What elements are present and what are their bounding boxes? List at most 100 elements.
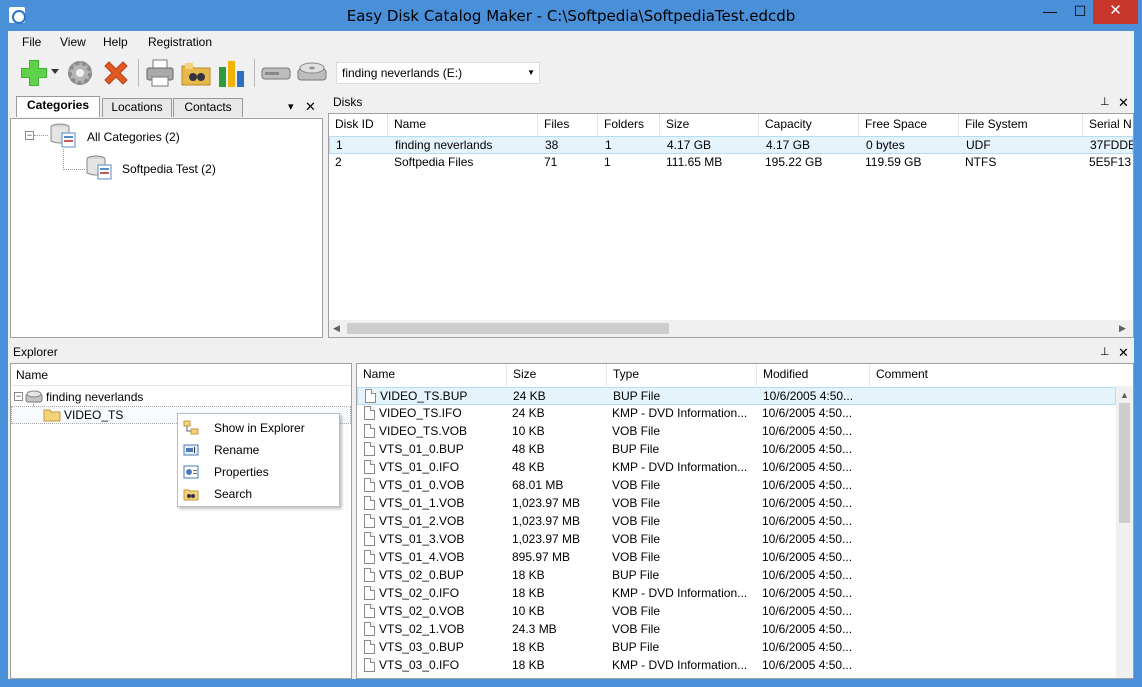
table-cell: 1,023.97 MB <box>512 496 581 510</box>
pin-icon[interactable]: ⊥ <box>1100 344 1110 361</box>
file-icon <box>364 550 375 564</box>
menu-help[interactable]: Help <box>103 35 128 49</box>
file-icon <box>364 532 375 546</box>
print-icon[interactable] <box>144 57 176 89</box>
context-menu-show-in-explorer[interactable]: Show in Explorer <box>178 417 339 439</box>
list-item[interactable]: VTS_01_2.VOB 1,023.97 MB VOB File 10/6/2005… <box>357 513 1116 531</box>
list-item[interactable]: VTS_03_0.BUP 18 KB BUP File 10/6/2005 4:50.… <box>357 639 1116 657</box>
disk-select[interactable]: finding neverlands (E:) ▼ <box>336 62 540 84</box>
list-item[interactable]: VTS_02_0.VOB 10 KB VOB File 10/6/2005 4:50.… <box>357 603 1116 621</box>
table-cell: 5E5F13 <box>1089 155 1132 169</box>
list-item[interactable]: VTS_01_1.VOB 1,023.97 MB VOB File 10/6/2005… <box>357 495 1116 513</box>
list-item[interactable]: VTS_02_0.BUP 18 KB BUP File 10/6/2005 4:50.… <box>357 567 1116 585</box>
scroll-right-icon[interactable]: ▶ <box>1119 323 1126 334</box>
table-cell: VTS_01_1.VOB <box>379 496 465 510</box>
file-list-vertical-scrollbar[interactable]: ▲ <box>1116 386 1133 678</box>
list-item[interactable]: VIDEO_TS.VOB 10 KB VOB File 10/6/2005 4:50.… <box>357 423 1116 441</box>
panel-dropdown-icon[interactable]: ▾ <box>288 100 294 113</box>
table-cell: 10/6/2005 4:50... <box>762 658 853 672</box>
table-row[interactable]: 1 finding neverlands 38 1 4.17 GB 4.17 GB 0 by… <box>329 136 1133 154</box>
table-cell: 48 KB <box>512 442 545 456</box>
column-header[interactable]: Files <box>538 114 598 136</box>
column-header[interactable]: Disk ID <box>329 114 388 136</box>
menu-file[interactable]: File <box>22 35 41 49</box>
column-header[interactable]: Type <box>607 364 757 386</box>
column-header[interactable]: Folders <box>598 114 660 136</box>
panel-close-icon[interactable]: ✕ <box>305 99 316 115</box>
context-menu-search[interactable]: Search <box>178 483 339 505</box>
list-item[interactable]: VTS_01_0.BUP 48 KB BUP File 10/6/2005 4:50.… <box>357 441 1116 459</box>
menu-view[interactable]: View <box>60 35 86 49</box>
list-item[interactable]: VTS_02_0.IFO 18 KB KMP - DVD Information..… <box>357 585 1116 603</box>
scroll-left-icon[interactable]: ◀ <box>333 323 340 334</box>
list-item[interactable]: VTS_01_0.IFO 48 KB KMP - DVD Information..… <box>357 459 1116 477</box>
list-item[interactable]: VTS_01_3.VOB 1,023.97 MB VOB File 10/6/2005… <box>357 531 1116 549</box>
table-cell: 2 <box>335 155 342 169</box>
list-item[interactable]: VIDEO_TS.IFO 24 KB KMP - DVD Information..… <box>357 405 1116 423</box>
panel-close-icon[interactable]: ✕ <box>1118 94 1129 111</box>
panel-close-icon[interactable]: ✕ <box>1118 344 1129 361</box>
column-header[interactable]: Size <box>507 364 607 386</box>
pin-icon[interactable]: ⊥ <box>1100 94 1110 111</box>
table-cell: 10/6/2005 4:50... <box>762 640 853 654</box>
list-item[interactable]: VTS_02_1.VOB 24.3 MB VOB File 10/6/2005 4:5… <box>357 621 1116 639</box>
column-header[interactable]: Comment <box>870 364 1118 386</box>
table-cell: 10/6/2005 4:50... <box>762 568 853 582</box>
context-menu-rename[interactable]: Rename <box>178 439 339 461</box>
tree-collapse-icon[interactable]: − <box>25 131 34 140</box>
tree-node-all-categories[interactable]: All Categories (2) <box>87 130 180 144</box>
explorer-tree-header: Name <box>11 364 351 386</box>
window-title: Easy Disk Catalog Maker - C:\Softpedia\S… <box>346 7 796 25</box>
file-icon <box>364 640 375 654</box>
menu-registration[interactable]: Registration <box>148 35 212 49</box>
column-header[interactable]: Modified <box>757 364 870 386</box>
scroll-thumb[interactable] <box>1119 403 1130 523</box>
list-item[interactable]: VIDEO_TS.BUP 24 KB BUP File 10/6/2005 4:50.… <box>357 387 1116 405</box>
table-cell: 10/6/2005 4:50... <box>762 622 853 636</box>
table-cell: VTS_01_0.VOB <box>379 478 465 492</box>
tree-node-finding-neverlands[interactable]: finding neverlands <box>46 390 143 404</box>
tab-contacts[interactable]: Contacts <box>173 98 243 117</box>
column-header[interactable]: Name <box>388 114 538 136</box>
add-disk-icon[interactable] <box>18 57 50 89</box>
tree-collapse-icon[interactable]: − <box>14 392 23 401</box>
column-header[interactable]: Capacity <box>759 114 859 136</box>
tree-connector <box>63 149 64 170</box>
statistics-chart-icon[interactable] <box>216 57 248 89</box>
column-header[interactable]: Free Space <box>859 114 959 136</box>
list-item[interactable]: VTS_03_0.IFO 18 KB KMP - DVD Information..… <box>357 657 1116 675</box>
tab-locations[interactable]: Locations <box>102 98 172 117</box>
tree-node-video-ts[interactable]: VIDEO_TS <box>64 408 123 422</box>
scroll-up-icon[interactable]: ▲ <box>1120 390 1129 400</box>
explorer-file-list: Name Size Type Modified Comment VIDEO_TS… <box>356 363 1134 679</box>
title-bar[interactable]: Easy Disk Catalog Maker - C:\Softpedia\S… <box>0 0 1142 31</box>
context-menu-properties[interactable]: Properties <box>178 461 339 483</box>
column-header[interactable]: Name <box>357 364 507 386</box>
column-header[interactable]: Size <box>660 114 759 136</box>
list-item[interactable]: VTS_01_4.VOB 895.97 MB VOB File 10/6/2005 4… <box>357 549 1116 567</box>
table-cell: VTS_03_0.BUP <box>379 640 464 654</box>
hard-drive-icon[interactable] <box>260 57 292 89</box>
properties-icon <box>183 465 199 479</box>
list-item[interactable]: VTS_01_0.VOB 68.01 MB VOB File 10/6/2005 4:… <box>357 477 1116 495</box>
search-folder-icon[interactable] <box>180 57 212 89</box>
gear-icon[interactable] <box>64 57 96 89</box>
column-header[interactable]: File System <box>959 114 1083 136</box>
column-header[interactable]: Name <box>16 368 48 382</box>
optical-drive-icon[interactable] <box>296 57 328 89</box>
column-header[interactable]: Serial N <box>1083 114 1133 136</box>
chevron-down-icon[interactable]: ▼ <box>527 63 535 83</box>
add-dropdown-arrow-icon[interactable] <box>51 69 59 75</box>
close-button[interactable]: ✕ <box>1093 0 1138 24</box>
table-cell: VOB File <box>612 478 661 492</box>
table-row[interactable]: 2 Softpedia Files 71 1 111.65 MB 195.22 GB 119… <box>329 154 1133 172</box>
disks-horizontal-scrollbar[interactable]: ◀ ▶ <box>329 320 1133 337</box>
table-cell: 10/6/2005 4:50... <box>762 514 853 528</box>
table-cell: 37FDDE <box>1090 138 1134 152</box>
scroll-thumb[interactable] <box>347 323 669 334</box>
tab-categories[interactable]: Categories <box>16 96 100 117</box>
table-cell: BUP File <box>612 568 660 582</box>
delete-icon[interactable] <box>100 57 132 89</box>
tree-node-softpedia-test[interactable]: Softpedia Test (2) <box>122 162 216 176</box>
database-icon <box>86 155 112 180</box>
